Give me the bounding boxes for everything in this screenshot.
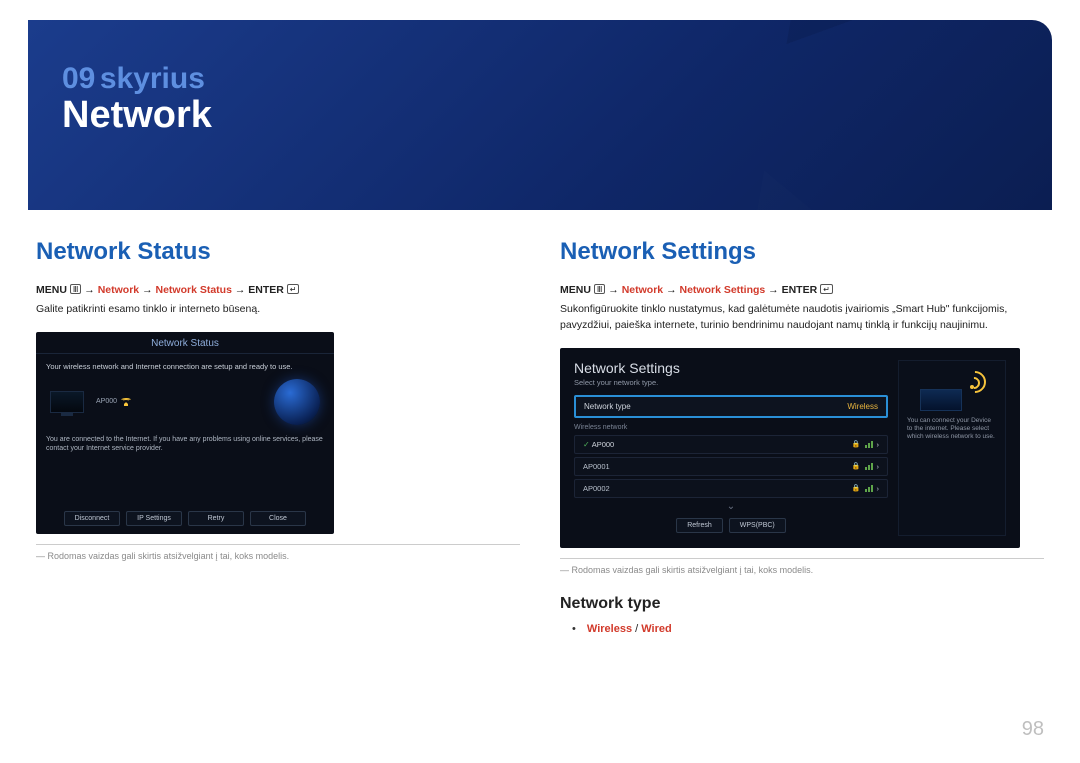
retry-button[interactable]: Retry — [188, 511, 244, 526]
ap-row-0[interactable]: ✓AP000 🔒 › — [574, 435, 888, 454]
enter-label: ENTER — [248, 284, 284, 296]
ss-line2: You are connected to the Internet. If yo… — [46, 435, 324, 453]
bc-settings: Network Settings — [679, 284, 765, 296]
ap2: AP0002 — [583, 484, 610, 493]
chevron-down-icon[interactable]: ⌄ — [574, 501, 888, 512]
menu-label: MENU — [36, 284, 67, 296]
breadcrumb-right: MENU Ⅲ → Network → Network Settings → EN… — [560, 284, 1044, 296]
enter-icon: ↵ — [820, 284, 833, 294]
opt-sep: / — [632, 623, 641, 635]
bc-network: Network — [98, 284, 139, 296]
ss2-side-panel: You can connect your Device to the inter… — [898, 360, 1006, 536]
footnote-text: Rodomas vaizdas gali skirtis atsižvelgia… — [572, 565, 814, 575]
divider — [36, 544, 520, 545]
left-footnote: ― Rodomas vaizdas gali skirtis atsižvelg… — [36, 551, 520, 561]
dash: ― — [560, 565, 569, 575]
divider — [560, 558, 1044, 559]
ss-title: Network Status — [36, 332, 334, 354]
nt-value: Wireless — [847, 402, 878, 411]
ss2-title: Network Settings — [574, 360, 888, 376]
dash: ― — [36, 551, 45, 561]
screenshot-network-settings: Network Settings Select your network typ… — [560, 348, 1020, 548]
ap-row-1[interactable]: AP0001 🔒 › — [574, 457, 888, 476]
chapter-word-text: skyrius — [100, 62, 205, 95]
tv-icon — [50, 391, 84, 413]
opt-wired: Wired — [641, 623, 671, 635]
network-type-selector[interactable]: Network type Wireless — [574, 395, 888, 418]
ap-label: AP000 — [96, 398, 117, 405]
ss-line1: Your wireless network and Internet conne… — [46, 362, 324, 371]
right-footnote: ― Rodomas vaizdas gali skirtis atsižvelg… — [560, 565, 1044, 575]
arrow: → — [235, 284, 246, 296]
left-column: Network Status MENU Ⅲ → Network → Networ… — [36, 238, 520, 635]
chevron-right-icon: › — [877, 484, 880, 493]
nt-label: Network type — [584, 402, 631, 411]
breadcrumb-left: MENU Ⅲ → Network → Network Status → ENTE… — [36, 284, 520, 296]
lock-icon: 🔒 — [852, 440, 861, 448]
network-settings-heading: Network Settings — [560, 238, 1044, 266]
ss2-subtitle: Select your network type. — [574, 378, 888, 387]
check-icon: ✓ — [583, 440, 590, 449]
menu-icon: Ⅲ — [594, 284, 606, 294]
section-title: Network — [62, 94, 1018, 137]
wifi-icon — [121, 398, 131, 406]
bc-status: Network Status — [155, 284, 231, 296]
network-type-options: Wireless / Wired — [560, 623, 1044, 635]
chevron-right-icon: › — [877, 462, 880, 471]
chevron-right-icon: › — [877, 440, 880, 449]
ss2-side-text: You can connect your Device to the inter… — [907, 417, 997, 442]
menu-icon: Ⅲ — [70, 284, 82, 294]
menu-label: MENU — [560, 284, 591, 296]
right-desc: Sukonfigūruokite tinklo nustatymus, kad … — [560, 302, 1044, 334]
arrow: → — [666, 284, 677, 296]
arrow: → — [84, 284, 95, 296]
lock-icon: 🔒 — [852, 484, 861, 492]
wireless-network-label: Wireless network — [574, 424, 888, 431]
signal-icon — [865, 485, 873, 492]
globe-icon — [274, 379, 320, 425]
ap-row-2[interactable]: AP0002 🔒 › — [574, 479, 888, 498]
opt-wireless: Wireless — [587, 623, 632, 635]
right-column: Network Settings MENU Ⅲ → Network → Netw… — [560, 238, 1044, 635]
arrow: → — [142, 284, 153, 296]
signal-icon — [865, 463, 873, 470]
wps-button[interactable]: WPS(PBC) — [729, 518, 786, 533]
arrow: → — [608, 284, 619, 296]
bc-network: Network — [622, 284, 663, 296]
ip-settings-button[interactable]: IP Settings — [126, 511, 182, 526]
chapter-number: 09 — [62, 62, 95, 95]
screenshot-network-status: Network Status Your wireless network and… — [36, 332, 334, 534]
router-icon — [916, 371, 988, 411]
left-desc: Galite patikrinti esamo tinklo ir intern… — [36, 302, 520, 318]
ap0: AP000 — [592, 440, 615, 449]
arrow: → — [768, 284, 779, 296]
chapter-header: 09 skyrius Network — [28, 20, 1052, 210]
signal-icon — [865, 441, 873, 448]
enter-label: ENTER — [782, 284, 818, 296]
footnote-text: Rodomas vaizdas gali skirtis atsižvelgia… — [48, 551, 290, 561]
disconnect-button[interactable]: Disconnect — [64, 511, 120, 526]
page-number: 98 — [1022, 718, 1044, 741]
network-status-heading: Network Status — [36, 238, 520, 266]
close-button[interactable]: Close — [250, 511, 306, 526]
enter-icon: ↵ — [287, 284, 300, 294]
network-type-subheading: Network type — [560, 595, 1044, 613]
refresh-button[interactable]: Refresh — [676, 518, 723, 533]
ap1: AP0001 — [583, 462, 610, 471]
lock-icon: 🔒 — [852, 462, 861, 470]
